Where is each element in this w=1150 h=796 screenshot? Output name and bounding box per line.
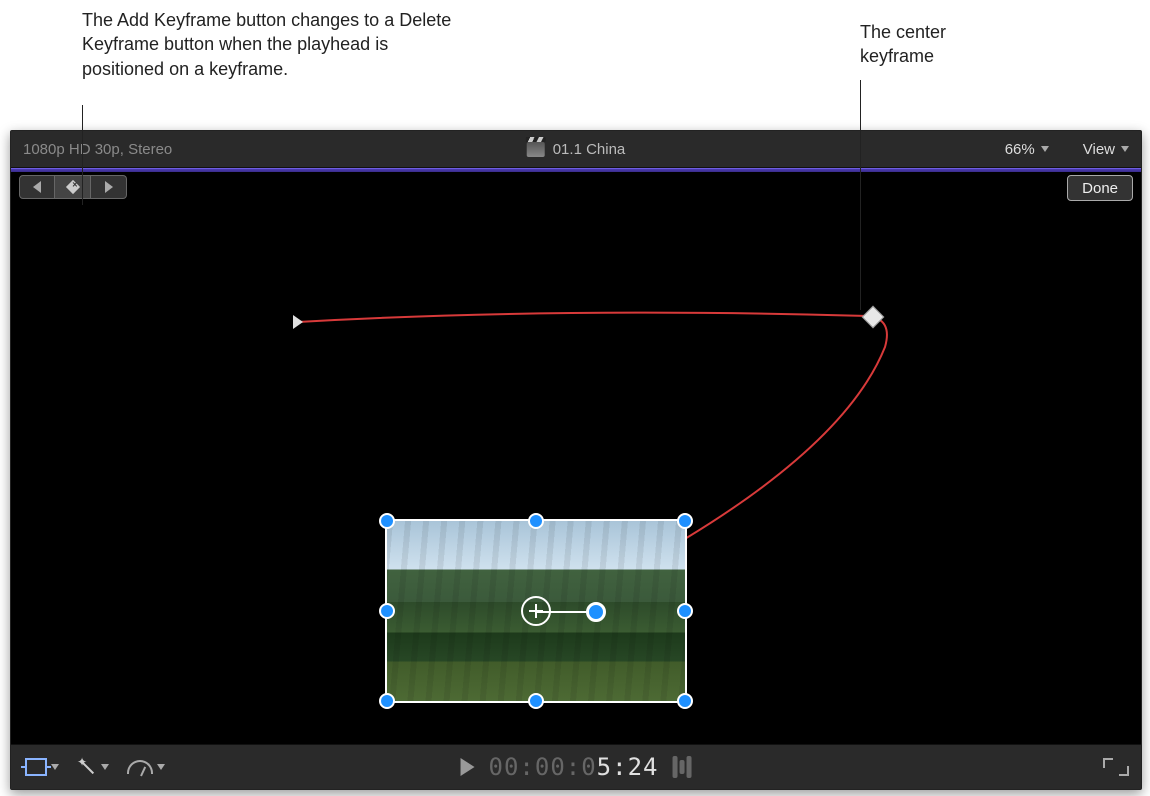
arrow-left-icon (33, 181, 41, 193)
chevron-down-icon (51, 764, 59, 770)
chevron-right-icon (293, 315, 303, 329)
done-button[interactable]: Done (1067, 175, 1133, 201)
resize-handle-tl[interactable] (379, 513, 395, 529)
resize-handle-b[interactable] (528, 693, 544, 709)
viewer-window: 1080p HD 30p, Stereo 01.1 China 66% View (10, 130, 1142, 790)
timecode-bright: 5:24 (597, 753, 659, 781)
chevron-down-icon (1121, 146, 1129, 152)
zoom-menu[interactable]: 66% (1005, 141, 1049, 158)
callout-left: The Add Keyframe button changes to a Del… (82, 8, 462, 81)
resize-handle-t[interactable] (528, 513, 544, 529)
clip-title-label: 01.1 China (553, 141, 626, 158)
done-button-label: Done (1082, 180, 1118, 197)
divider-accent (11, 168, 1141, 172)
delete-keyframe-button[interactable]: × (55, 175, 91, 199)
retime-tool-menu[interactable] (127, 760, 165, 774)
view-menu[interactable]: View (1083, 141, 1129, 158)
timecode-dim: 00:00:0 (489, 753, 597, 781)
keyframe-center-marker[interactable] (862, 306, 885, 329)
viewer-titlebar: 1080p HD 30p, Stereo 01.1 China 66% View (11, 131, 1141, 168)
chevron-down-icon (1041, 146, 1049, 152)
zoom-label: 66% (1005, 141, 1035, 158)
chevron-down-icon (157, 764, 165, 770)
keyframe-toolbar: × (19, 175, 127, 199)
next-keyframe-button[interactable] (91, 175, 127, 199)
keyframe-diamond-icon: × (65, 180, 79, 194)
timecode-display[interactable]: 00:00:05:24 (489, 753, 659, 781)
previous-keyframe-button[interactable] (19, 175, 55, 199)
transform-tool-menu[interactable] (25, 758, 59, 776)
fullscreen-button[interactable] (1105, 760, 1127, 774)
chevron-down-icon (101, 764, 109, 770)
wand-icon (77, 757, 97, 777)
clip-title: 01.1 China (527, 141, 626, 158)
resize-handle-r[interactable] (677, 603, 693, 619)
callout-leader-line (860, 80, 861, 310)
viewer-bottombar: 00:00:05:24 (11, 744, 1141, 789)
resize-handle-bl[interactable] (379, 693, 395, 709)
anchor-point[interactable] (521, 596, 551, 626)
callout-leader-line (82, 105, 83, 205)
format-label: 1080p HD 30p, Stereo (23, 141, 172, 158)
callout-right: The center keyframe (860, 20, 1010, 69)
resize-handle-l[interactable] (379, 603, 395, 619)
playback-group: 00:00:05:24 (461, 753, 692, 781)
enhance-tool-menu[interactable] (77, 757, 109, 777)
resize-handle-tr[interactable] (677, 513, 693, 529)
clapperboard-icon (527, 142, 545, 157)
transform-frame[interactable] (385, 519, 687, 703)
transform-icon (25, 758, 47, 776)
gauge-icon (127, 760, 153, 774)
arrow-right-icon (105, 181, 113, 193)
play-button[interactable] (461, 758, 475, 776)
skimming-toggle[interactable] (672, 756, 691, 778)
resize-handle-br[interactable] (677, 693, 693, 709)
view-label: View (1083, 141, 1115, 158)
rotate-handle[interactable] (586, 602, 606, 622)
